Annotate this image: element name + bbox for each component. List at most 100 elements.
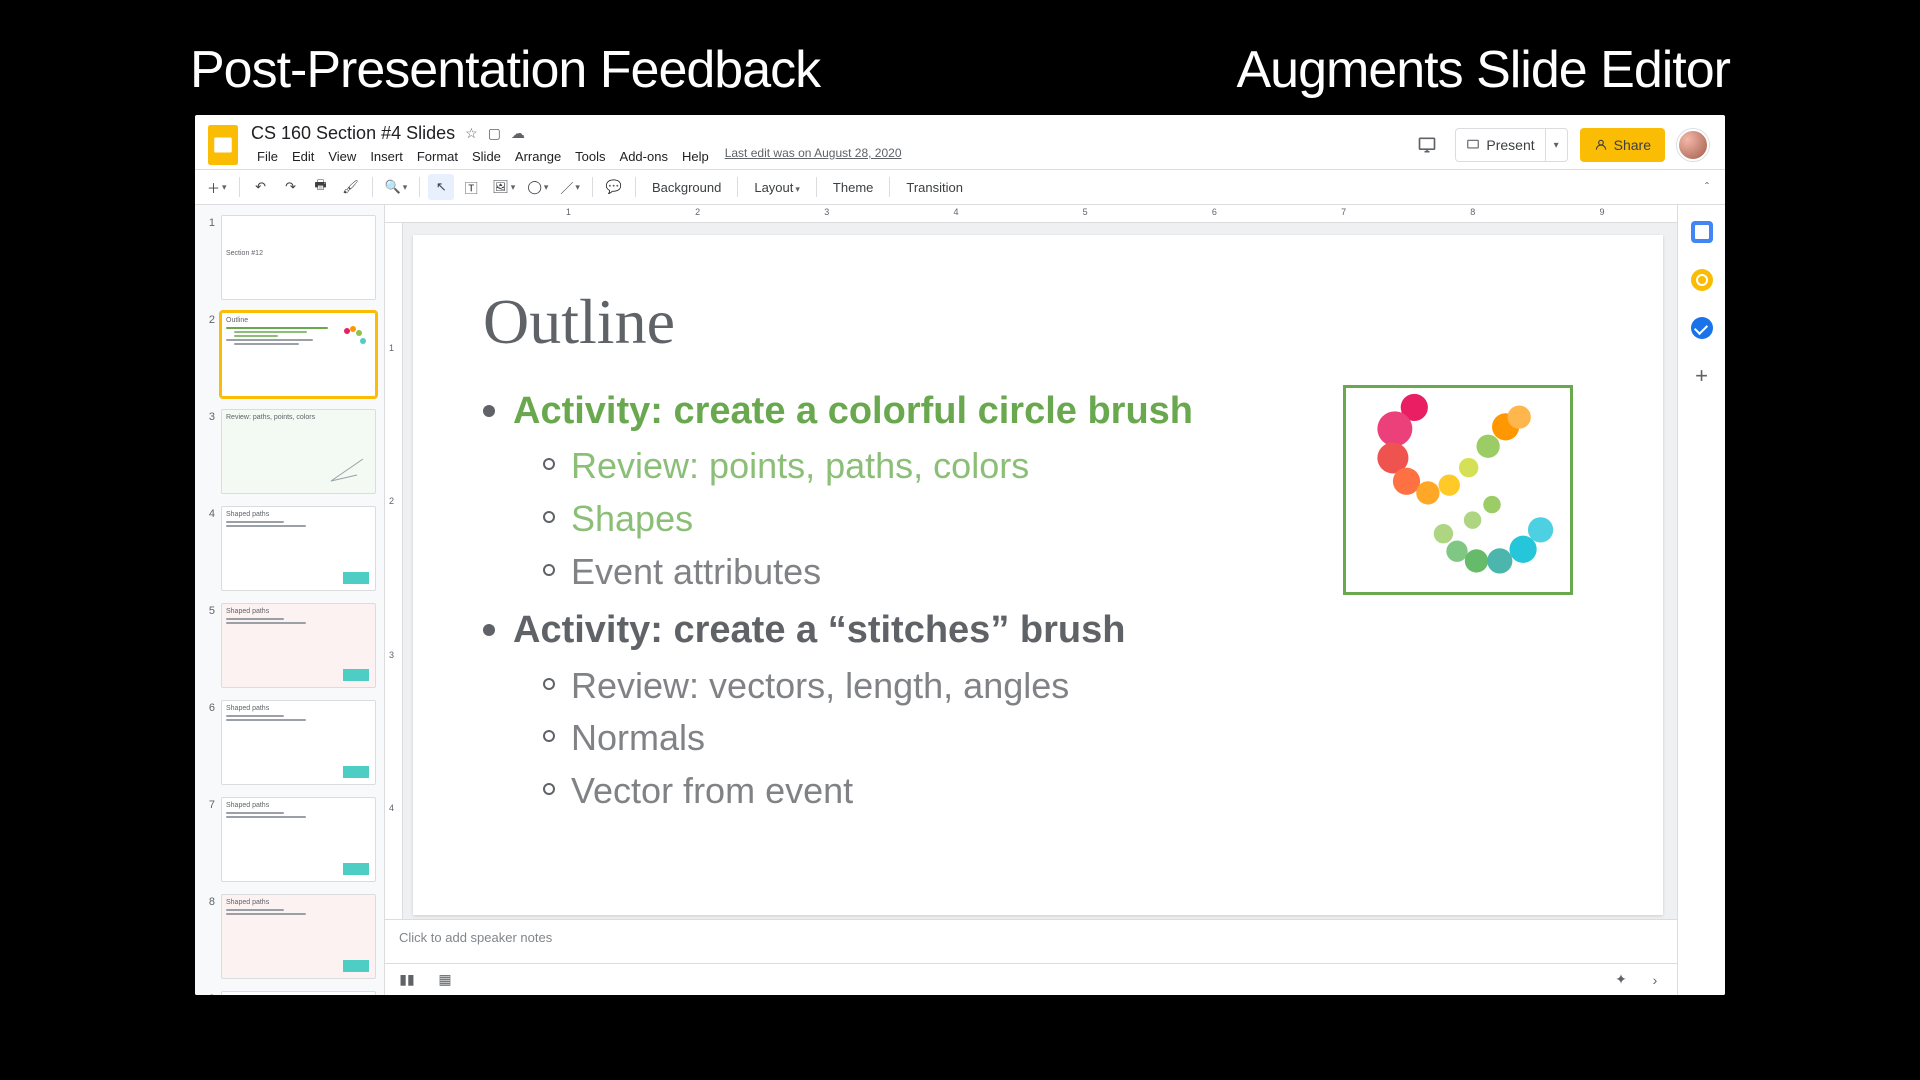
slide-thumbnail[interactable]: Outline	[221, 312, 376, 397]
speaker-notes[interactable]: Click to add speaker notes	[385, 919, 1677, 963]
filmstrip[interactable]: 1 Section #12 2 Outline 3	[195, 205, 385, 995]
ruler-tick: 5	[1083, 207, 1088, 217]
bullet-text[interactable]: Shapes	[571, 495, 693, 544]
tasks-icon[interactable]	[1691, 317, 1713, 339]
slide-thumbnail[interactable]: Review: paths, points, colors	[221, 409, 376, 494]
menu-tools[interactable]: Tools	[569, 146, 611, 167]
menu-arrange[interactable]: Arrange	[509, 146, 567, 167]
filmstrip-view-icon[interactable]: ▮▮	[395, 968, 419, 992]
slide-thumbnail[interactable]: Shaped paths	[221, 894, 376, 979]
menu-file[interactable]: File	[251, 146, 284, 167]
select-tool[interactable]: ↖	[428, 174, 454, 200]
subbullet-icon	[543, 678, 555, 690]
paint-format-button[interactable]: 🖌	[338, 174, 364, 200]
bullet-text[interactable]: Vector from event	[571, 767, 853, 816]
document-title[interactable]: CS 160 Section #4 Slides	[251, 123, 455, 144]
thumb-number: 6	[203, 700, 215, 714]
horizontal-ruler[interactable]: 1 2 3 4 5 6 7 8 9	[385, 205, 1677, 223]
present-button[interactable]: Present	[1456, 129, 1544, 161]
menu-bar: File Edit View Insert Format Slide Arran…	[251, 146, 1401, 167]
ruler-tick: 4	[389, 803, 394, 813]
thumb-number: 3	[203, 409, 215, 423]
star-icon[interactable]: ☆	[465, 125, 478, 142]
cloud-status-icon[interactable]: ☁	[511, 125, 525, 142]
brush-example-image[interactable]	[1343, 385, 1573, 595]
subbullet-icon	[543, 730, 555, 742]
bullet-text[interactable]: Event attributes	[571, 548, 821, 597]
slide-canvas[interactable]: Outline Activity: create a colorful circ…	[413, 235, 1663, 915]
collapse-toolbar-icon[interactable]: ˆ	[1697, 180, 1717, 194]
menu-edit[interactable]: Edit	[286, 146, 320, 167]
add-addon-icon[interactable]: +	[1695, 365, 1708, 387]
bullet-text[interactable]: Review: vectors, length, angles	[571, 662, 1069, 711]
comment-button[interactable]: 💬	[601, 174, 627, 200]
thumb-title: Section #12	[226, 250, 371, 257]
status-bar: ▮▮ ▦ ✦ ›	[385, 963, 1677, 995]
slide-thumbnail[interactable]: Section #12	[221, 215, 376, 300]
print-button[interactable]: 🖶	[308, 174, 334, 200]
menu-slide[interactable]: Slide	[466, 146, 507, 167]
line-tool[interactable]: ／▾	[556, 174, 584, 200]
overlay-title-left: Post-Presentation Feedback	[190, 40, 820, 100]
calendar-icon[interactable]	[1691, 221, 1713, 243]
bullet-icon	[483, 405, 495, 417]
ruler-tick: 1	[566, 207, 571, 217]
new-slide-button[interactable]: ＋▾	[203, 174, 231, 200]
thumb-title: Review: paths, points, colors	[226, 414, 371, 421]
thumb-number: 9	[203, 991, 215, 995]
ruler-tick: 2	[695, 207, 700, 217]
toolbar: ＋▾ ↶ ↷ 🖶 🖌 🔍▾ ↖ 🅃 🖼▾ ◯▾ ／▾ 💬 Background …	[195, 169, 1725, 205]
slide-thumbnail[interactable]: Shaped paths	[221, 506, 376, 591]
canvas-area[interactable]: Outline Activity: create a colorful circ…	[403, 223, 1677, 919]
shape-tool[interactable]: ◯▾	[523, 174, 552, 200]
slides-logo-icon[interactable]	[205, 121, 241, 169]
bullet-text[interactable]: Review: points, paths, colors	[571, 442, 1029, 491]
keep-icon[interactable]	[1691, 269, 1713, 291]
present-button-group: Present ▾	[1455, 128, 1567, 162]
ruler-tick: 3	[824, 207, 829, 217]
bullet-text[interactable]: Normals	[571, 714, 705, 763]
slide-thumbnail[interactable]: Shaped paths	[221, 991, 376, 995]
theme-button[interactable]: Theme	[825, 180, 881, 195]
slide-thumbnail[interactable]: Shaped paths	[221, 797, 376, 882]
textbox-tool[interactable]: 🅃	[458, 174, 484, 200]
menu-view[interactable]: View	[322, 146, 362, 167]
background-button[interactable]: Background	[644, 180, 729, 195]
present-dropdown[interactable]: ▾	[1545, 129, 1567, 161]
share-button[interactable]: Share	[1580, 128, 1665, 162]
thumb-title: Shaped paths	[226, 608, 371, 615]
menu-help[interactable]: Help	[676, 146, 715, 167]
last-edit-link[interactable]: Last edit was on August 28, 2020	[725, 146, 902, 167]
bullet-text[interactable]: Activity: create a “stitches” brush	[513, 606, 1125, 655]
titlebar: CS 160 Section #4 Slides ☆ ▢ ☁ File Edit…	[195, 115, 1725, 169]
ruler-tick: 9	[1599, 207, 1604, 217]
account-avatar[interactable]	[1677, 129, 1709, 161]
layout-button[interactable]: Layout▾	[746, 180, 808, 195]
bullet-text[interactable]: Activity: create a colorful circle brush	[513, 387, 1193, 436]
workspace: 1 Section #12 2 Outline 3	[195, 205, 1725, 995]
slide-thumbnail[interactable]: Shaped paths	[221, 603, 376, 688]
image-tool[interactable]: 🖼▾	[488, 174, 519, 200]
vertical-ruler[interactable]: 1 2 3 4	[385, 223, 403, 919]
ruler-tick: 4	[953, 207, 958, 217]
slideshow-icon[interactable]	[1411, 129, 1443, 161]
ruler-tick: 6	[1212, 207, 1217, 217]
undo-button[interactable]: ↶	[248, 174, 274, 200]
slide-title[interactable]: Outline	[483, 285, 1593, 359]
slide-thumbnail[interactable]: Shaped paths	[221, 700, 376, 785]
overlay-title-right: Augments Slide Editor	[1237, 40, 1731, 100]
menu-format[interactable]: Format	[411, 146, 464, 167]
explore-icon[interactable]: ✦	[1609, 968, 1633, 992]
transition-button[interactable]: Transition	[898, 180, 971, 195]
grid-view-icon[interactable]: ▦	[433, 968, 457, 992]
move-icon[interactable]: ▢	[488, 125, 501, 142]
ruler-tick: 1	[389, 343, 394, 353]
menu-addons[interactable]: Add-ons	[614, 146, 674, 167]
ruler-tick: 8	[1470, 207, 1475, 217]
chevron-right-icon[interactable]: ›	[1643, 968, 1667, 992]
bullet-icon	[483, 624, 495, 636]
redo-button[interactable]: ↷	[278, 174, 304, 200]
menu-insert[interactable]: Insert	[364, 146, 409, 167]
canvas-column: 1 2 3 4 5 6 7 8 9 1 2 3 4	[385, 205, 1677, 995]
zoom-button[interactable]: 🔍▾	[381, 174, 412, 200]
